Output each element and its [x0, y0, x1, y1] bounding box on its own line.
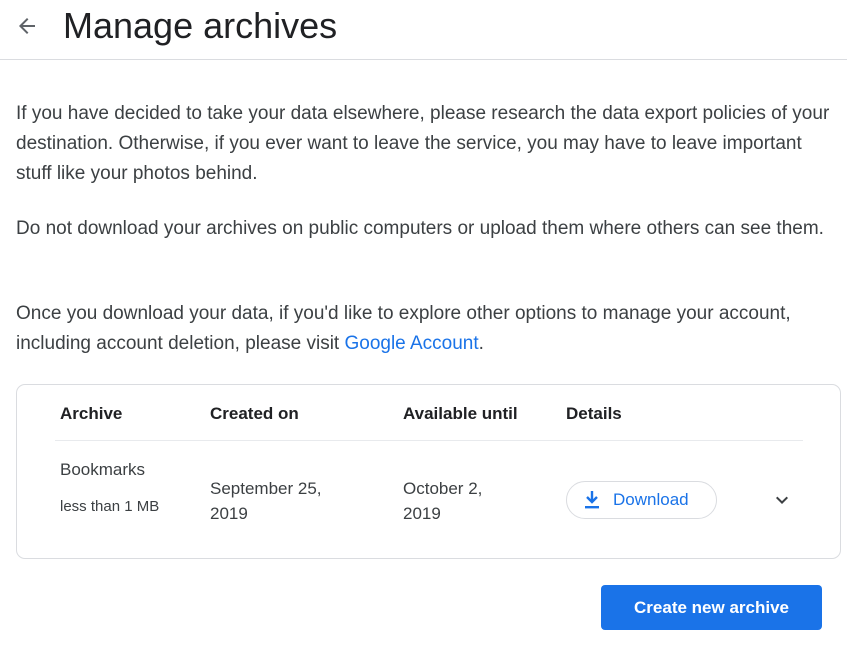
chevron-down-icon: [776, 496, 788, 504]
column-header-created-on: Created on: [210, 404, 299, 423]
expand-row-button[interactable]: [769, 487, 795, 513]
archive-table: Archive Created on Available until Detai…: [16, 384, 841, 559]
arrow-back-icon: [19, 18, 35, 34]
account-options-paragraph: Once you download your data, if you'd li…: [16, 299, 842, 359]
column-header-details: Details: [566, 404, 622, 423]
account-options-suffix: .: [478, 333, 484, 354]
column-header-available-until: Available until: [403, 404, 518, 423]
row-divider: [55, 440, 803, 441]
export-policy-paragraph: If you have decided to take your data el…: [16, 103, 830, 184]
archive-created-on: September 25, 2019: [210, 479, 322, 523]
public-computer-warning: Do not download your archives on public …: [16, 218, 824, 239]
download-icon: [584, 491, 600, 509]
create-new-archive-button[interactable]: Create new archive: [601, 585, 822, 630]
google-account-link[interactable]: Google Account: [344, 333, 478, 354]
archive-size: less than 1 MB: [60, 498, 160, 515]
page-title: Manage archives: [63, 5, 338, 46]
download-label: Download: [613, 490, 689, 509]
column-header-archive: Archive: [60, 404, 123, 423]
page-header: Manage archives: [0, 0, 847, 60]
archive-name: Bookmarks: [60, 460, 146, 479]
download-button[interactable]: Download: [566, 481, 717, 519]
archive-available-until: October 2, 2019: [403, 479, 483, 523]
back-button[interactable]: [10, 9, 44, 43]
